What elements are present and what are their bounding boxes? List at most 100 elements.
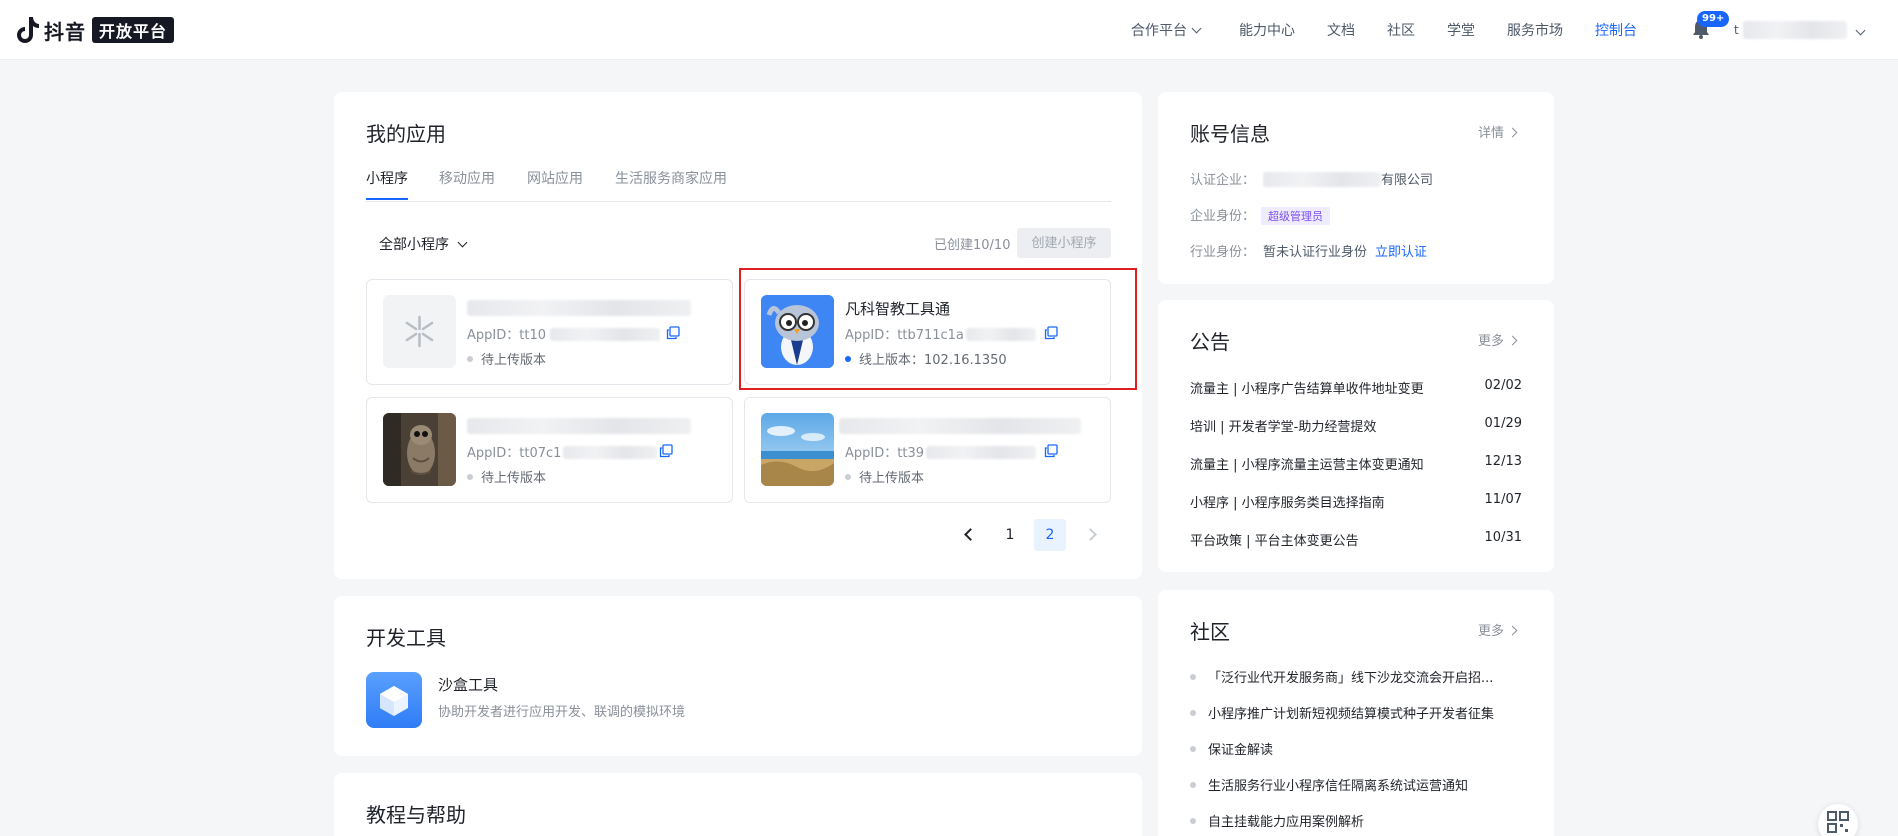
douyin-open-platform-logo[interactable]: 抖音 开放平台 [14,14,175,46]
chevron-right-icon [1507,335,1518,346]
appid-blurred [926,446,1036,459]
nav-capability-center[interactable]: 能力中心 [1239,20,1295,40]
app-type-tabs: 小程序 移动应用 网站应用 生活服务商家应用 [366,168,1111,202]
role-row: 企业身份： 超级管理员 [1190,205,1331,225]
account-title: 账号信息 [1190,122,1270,146]
industry-value: 暂未认证行业身份 [1263,245,1368,260]
sandbox-tool-name[interactable]: 沙盒工具 [438,674,498,695]
chevron-right-icon [1507,127,1518,138]
announcement-item[interactable]: 小程序 | 小程序服务类目选择指南 11/07 [1190,492,1522,511]
app-id: AppID：tt39 [845,442,1036,461]
my-apps-title: 我的应用 [366,122,446,146]
announcement-date: 10/31 [1484,530,1522,545]
tab-mobile-app[interactable]: 移动应用 [439,168,495,188]
app-id: AppID：tt07c1 [467,442,658,461]
nav-label: 合作平台 [1131,23,1187,39]
next-page-button[interactable] [1074,519,1106,551]
app-name: 凡科智教工具通 [845,300,951,318]
status-dot [845,356,851,362]
copy-icon[interactable] [1044,326,1058,340]
account-info-card: 账号信息 详情 认证企业： 有限公司 企业身份： 超级管理员 行业身份： 暂未认证行业… [1158,92,1554,284]
verify-now-link[interactable]: 立即认证 [1375,245,1427,260]
announcements-more-link[interactable]: 更多 [1478,330,1518,349]
community-more-link[interactable]: 更多 [1478,620,1518,639]
create-mini-program-button[interactable]: 创建小程序 [1017,228,1111,258]
community-text: 生活服务行业小程序信任隔离系统试运营通知 [1208,779,1469,794]
bullet-dot [1190,746,1196,752]
status-text: 待上传版本 [859,471,925,486]
placeholder-icon [383,295,456,368]
appid-value: ttb711c1a [897,328,964,343]
app-card[interactable]: AppID：tt07c1 待上传版本 [366,397,733,503]
status-text: 待上传版本 [481,353,547,368]
copy-icon[interactable] [1044,444,1058,458]
app-status: 待上传版本 [467,349,546,368]
company-suffix: 有限公司 [1381,173,1434,188]
app-name-blurred [467,300,691,316]
bullet-dot [1190,818,1196,824]
role-label: 企业身份： [1190,209,1256,224]
appid-blurred [965,328,1036,341]
account-detail-link[interactable]: 详情 [1478,122,1518,141]
community-item[interactable]: 生活服务行业小程序信任隔离系统试运营通知 [1190,775,1522,794]
status-dot [467,474,473,480]
appid-label: AppID： [845,446,898,461]
page-2-button[interactable]: 2 [1034,519,1066,551]
announcement-item[interactable]: 平台政策 | 平台主体变更公告 10/31 [1190,530,1522,549]
created-count: 已创建10/10 [934,238,1011,253]
copy-icon[interactable] [666,326,680,340]
community-item[interactable]: 小程序推广计划新短视频结算模式种子开发者征集 [1190,703,1522,722]
more-label: 更多 [1478,334,1505,349]
nav-community[interactable]: 社区 [1387,20,1415,40]
community-text: 保证金解读 [1208,743,1274,758]
dev-tools-title: 开发工具 [366,626,446,650]
sandbox-cube-icon[interactable] [366,672,422,728]
my-apps-card: 我的应用 小程序 移动应用 网站应用 生活服务商家应用 全部小程序 已创建10/… [334,92,1142,579]
community-item[interactable]: 「泛行业代开发服务商」线下沙龙交流会开启招... [1190,667,1522,686]
tab-website-app[interactable]: 网站应用 [527,168,583,188]
mini-program-filter-dropdown[interactable]: 全部小程序 [379,234,468,254]
app-card[interactable]: AppID：tt39 待上传版本 [744,397,1111,503]
help-card: 教程与帮助 [334,773,1142,836]
appid-value: tt10 [519,328,546,343]
announcement-date: 01/29 [1484,416,1522,431]
tab-mini-program[interactable]: 小程序 [366,168,408,200]
community-text: 自主挂载能力应用案例解析 [1208,815,1365,830]
announcement-text: 平台政策 | 平台主体变更公告 [1190,534,1359,549]
announcement-item[interactable]: 培训 | 开发者学堂-助力经营提效 01/29 [1190,416,1522,435]
chevron-down-icon [457,237,468,248]
sandbox-tool-desc: 协助开发者进行应用开发、联调的模拟环境 [438,705,686,720]
company-row: 认证企业： 有限公司 [1190,169,1433,188]
prev-page-button[interactable] [954,519,986,551]
announcement-item[interactable]: 流量主 | 小程序流量主运营主体变更通知 12/13 [1190,454,1522,473]
announcements-title: 公告 [1190,330,1230,354]
community-item[interactable]: 保证金解读 [1190,739,1522,758]
appid-value: tt07c1 [519,446,562,461]
nav-console[interactable]: 控制台 [1595,20,1637,40]
app-card[interactable]: AppID：tt10 待上传版本 [366,279,733,385]
community-item[interactable]: 自主挂载能力应用案例解析 [1190,811,1522,830]
appid-label: AppID： [467,328,520,343]
nav-partner-platform[interactable]: 合作平台 [1131,20,1202,40]
community-card: 社区 更多 「泛行业代开发服务商」线下沙龙交流会开启招... 小程序推广计划新短… [1158,590,1554,836]
user-menu[interactable]: t [1734,19,1866,41]
super-admin-tag: 超级管理员 [1261,207,1331,225]
page-1-button[interactable]: 1 [994,519,1026,551]
nav-academy[interactable]: 学堂 [1447,20,1475,40]
app-card[interactable]: 凡科智教工具通 AppID：ttb711c1a 线上版本：102.16.1350 [744,279,1111,385]
app-status: 待上传版本 [845,467,924,486]
nav-docs[interactable]: 文档 [1327,20,1355,40]
app-id: AppID：ttb711c1a [845,324,1036,343]
nav-service-market[interactable]: 服务市场 [1507,20,1563,40]
announcement-date: 12/13 [1484,454,1522,469]
qr-code-button[interactable] [1818,804,1858,836]
app-name-blurred [839,418,1081,434]
help-title: 教程与帮助 [366,803,466,827]
announcement-text: 培训 | 开发者学堂-助力经营提效 [1190,420,1377,435]
industry-label: 行业身份： [1190,245,1256,260]
announcement-date: 02/02 [1484,378,1522,393]
tab-local-service-app[interactable]: 生活服务商家应用 [615,168,727,188]
app-status: 待上传版本 [467,467,546,486]
copy-icon[interactable] [659,444,673,458]
announcement-item[interactable]: 流量主 | 小程序广告结算单收件地址变更 02/02 [1190,378,1522,397]
